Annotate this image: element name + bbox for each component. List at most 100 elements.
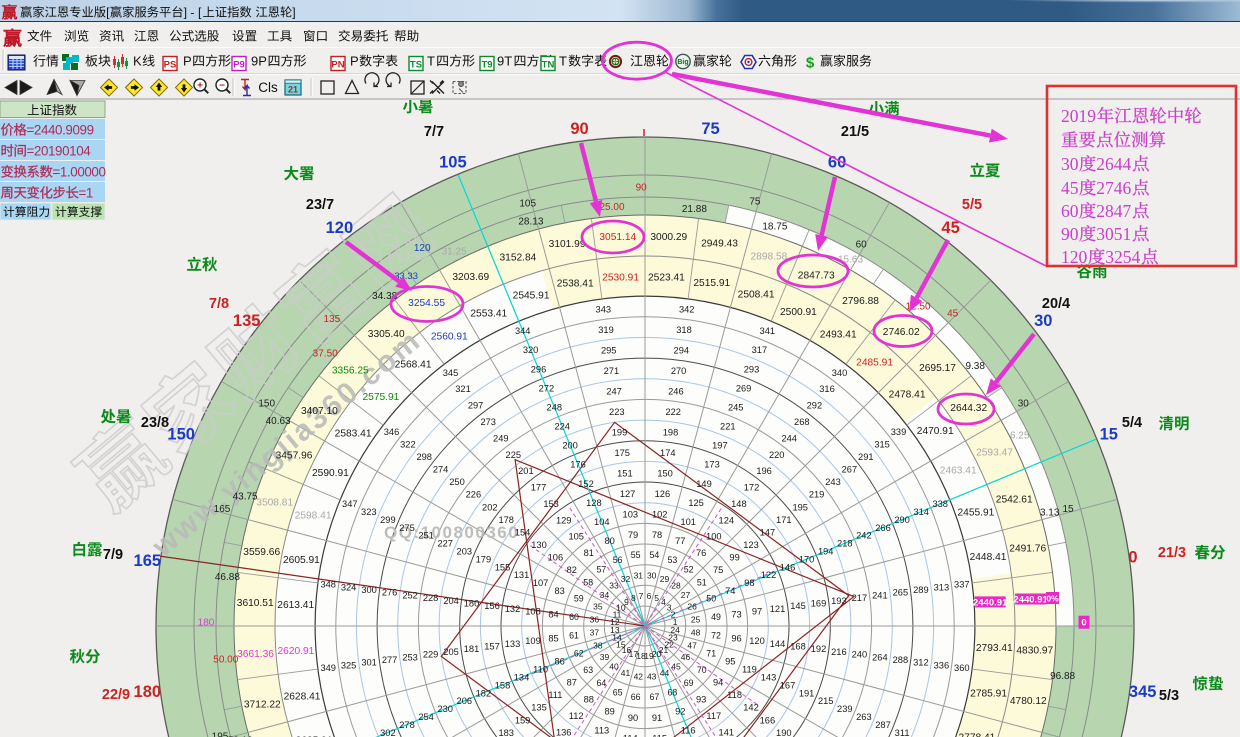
svg-text:3.13: 3.13 (1040, 507, 1060, 518)
svg-text:317: 317 (752, 345, 768, 355)
svg-text:154: 154 (515, 527, 531, 537)
svg-text:3: 3 (667, 603, 672, 613)
svg-text:3712.22: 3712.22 (244, 700, 281, 711)
svg-text:324: 324 (341, 582, 357, 592)
svg-text:5/3: 5/3 (1159, 688, 1179, 704)
svg-text:245: 245 (728, 403, 744, 413)
svg-text:300: 300 (361, 585, 377, 595)
svg-text:219: 219 (809, 490, 825, 500)
svg-text:199: 199 (612, 427, 628, 437)
svg-text:263: 263 (856, 712, 872, 722)
svg-text:15.63: 15.63 (838, 255, 863, 266)
svg-text:71: 71 (706, 649, 716, 659)
svg-text:2746.02: 2746.02 (883, 327, 920, 338)
svg-text:220: 220 (769, 450, 785, 460)
svg-text:P9: P9 (233, 60, 245, 71)
svg-text:8: 8 (631, 593, 636, 603)
svg-text:322: 322 (400, 439, 416, 449)
svg-text:150: 150 (258, 399, 275, 410)
svg-text:90: 90 (636, 183, 648, 194)
svg-text:9T: 9T (497, 54, 512, 69)
svg-text:180: 180 (198, 618, 215, 629)
svg-text:197: 197 (712, 441, 728, 451)
svg-text:196: 196 (756, 466, 772, 476)
svg-text:50.00: 50.00 (213, 654, 238, 665)
svg-text:2898.58: 2898.58 (750, 251, 787, 262)
svg-text:T9: T9 (481, 60, 492, 71)
svg-text:349: 349 (320, 663, 336, 673)
svg-text:107: 107 (533, 578, 549, 588)
svg-text:2470.91: 2470.91 (917, 426, 954, 437)
svg-text:265: 265 (893, 588, 909, 598)
svg-text:2463.41: 2463.41 (940, 465, 977, 476)
svg-text:118: 118 (727, 690, 742, 700)
svg-text:64: 64 (597, 678, 607, 688)
svg-text:250: 250 (449, 477, 465, 487)
svg-text:206: 206 (457, 696, 473, 706)
svg-text:7: 7 (639, 591, 644, 601)
svg-text:178: 178 (498, 515, 514, 525)
svg-text:167: 167 (780, 680, 796, 690)
svg-text:120: 120 (414, 243, 431, 254)
svg-text:194: 194 (818, 547, 834, 557)
svg-text:131: 131 (514, 570, 530, 580)
svg-text:2695.17: 2695.17 (919, 363, 956, 374)
svg-text:21/3: 21/3 (1158, 545, 1186, 561)
svg-text:9P: 9P (251, 54, 267, 69)
svg-text:224: 224 (554, 422, 570, 432)
svg-text:205: 205 (443, 647, 459, 657)
svg-text:58: 58 (583, 578, 593, 588)
svg-text:84: 84 (548, 609, 558, 619)
svg-text:73: 73 (731, 609, 741, 619)
svg-text:127: 127 (620, 489, 636, 499)
svg-text:339: 339 (891, 427, 907, 437)
svg-text:2785.91: 2785.91 (970, 688, 1007, 699)
svg-text:113: 113 (594, 726, 609, 736)
svg-text:2796.88: 2796.88 (842, 296, 879, 307)
svg-text:90: 90 (1061, 224, 1079, 244)
svg-text:153: 153 (543, 499, 559, 509)
svg-text:227: 227 (437, 539, 453, 549)
svg-text:$: $ (806, 55, 815, 72)
svg-text:3254.55: 3254.55 (408, 298, 445, 309)
svg-text:45: 45 (671, 662, 681, 672)
svg-text:98: 98 (744, 578, 754, 588)
svg-text:218: 218 (837, 539, 853, 549)
svg-text:2523.41: 2523.41 (648, 272, 685, 283)
svg-text:2644: 2644 (1096, 154, 1131, 174)
svg-text:149: 149 (696, 479, 712, 489)
svg-text:55: 55 (631, 550, 641, 560)
svg-text:128: 128 (586, 498, 602, 508)
svg-text:97: 97 (752, 607, 762, 617)
svg-text:216: 216 (831, 647, 847, 657)
svg-text:248: 248 (547, 403, 563, 413)
svg-text:266: 266 (875, 523, 891, 533)
svg-text:133: 133 (505, 639, 521, 649)
svg-text:33: 33 (609, 581, 619, 591)
svg-text:=1.00000: =1.00000 (53, 165, 106, 180)
svg-text:90: 90 (628, 713, 638, 723)
svg-text:2583.41: 2583.41 (335, 428, 372, 439)
svg-text:119: 119 (742, 665, 757, 675)
svg-text:30: 30 (1018, 399, 1030, 410)
svg-text:112: 112 (569, 711, 584, 721)
svg-text:PS: PS (164, 60, 177, 71)
svg-text:T: T (427, 54, 435, 69)
svg-text:168: 168 (790, 642, 806, 652)
svg-text:TN: TN (542, 60, 555, 71)
svg-text:230: 230 (437, 704, 453, 714)
svg-text:124: 124 (719, 515, 735, 525)
svg-text:311: 311 (895, 728, 910, 737)
svg-text:251: 251 (418, 531, 434, 541)
svg-text:143: 143 (761, 673, 777, 683)
svg-text:323: 323 (361, 507, 377, 517)
svg-text:175: 175 (614, 448, 630, 458)
svg-text:2553.41: 2553.41 (470, 308, 507, 319)
svg-text:318: 318 (676, 325, 692, 335)
svg-text:36: 36 (590, 614, 600, 624)
svg-text:129: 129 (556, 515, 572, 525)
svg-text:345: 345 (1129, 683, 1157, 701)
svg-text:346: 346 (384, 427, 400, 437)
svg-text:93: 93 (696, 695, 706, 705)
svg-text:3051.14: 3051.14 (599, 232, 636, 243)
